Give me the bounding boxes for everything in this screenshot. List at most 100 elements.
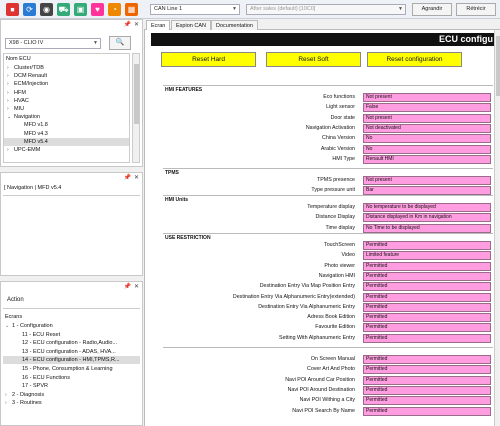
- ecu-tree-item[interactable]: › MIU: [4, 105, 129, 113]
- action-tree-item[interactable]: 15 - Phone, Consumption & Learning: [3, 365, 140, 373]
- chevron-right-icon[interactable]: ›: [7, 97, 14, 105]
- ecu-tree-item[interactable]: › HFM: [4, 89, 129, 97]
- ecu-tree-item-label: DCM Renault: [14, 73, 48, 80]
- field-value[interactable]: No: [363, 144, 491, 154]
- action-tree-item[interactable]: 16 - ECU Functions: [3, 374, 140, 382]
- ecu-tree-item[interactable]: › UPC-EMM: [4, 146, 129, 154]
- reset-hard-button[interactable]: Reset Hard: [161, 52, 256, 67]
- action-tree-item[interactable]: › 3 - Routines: [3, 399, 140, 407]
- field-value[interactable]: No Time to be displayed: [363, 223, 491, 233]
- session-select[interactable]: After sales (default) [10C0] ▼: [246, 4, 406, 15]
- field-value[interactable]: False: [363, 103, 491, 113]
- close-icon[interactable]: ✕: [134, 175, 139, 181]
- session-value: After sales (default) [10C0]: [250, 6, 316, 12]
- field-value[interactable]: Permitted: [363, 333, 491, 343]
- action-tree-item-label: 1 - Configuration: [12, 323, 53, 329]
- field-value[interactable]: Permitted: [363, 261, 491, 271]
- chevron-right-icon[interactable]: ›: [5, 399, 12, 407]
- close-icon[interactable]: ✕: [134, 284, 139, 290]
- field-value[interactable]: Permitted: [363, 282, 491, 292]
- pin-icon[interactable]: 📌: [123, 284, 130, 290]
- ecu-tree-item[interactable]: › DCM Renault: [4, 72, 129, 80]
- field-value[interactable]: Permitted: [363, 241, 491, 250]
- vehicle-select[interactable]: X98 - CLIO IV ▼: [5, 38, 101, 49]
- close-icon[interactable]: ✕: [134, 22, 139, 28]
- action-tree-item[interactable]: 13 - ECU configuration - ADAS, HVA...: [3, 348, 140, 356]
- content-scrollbar[interactable]: [494, 30, 500, 426]
- field-value[interactable]: Not present: [363, 176, 491, 185]
- section-divider: [163, 195, 493, 196]
- field-value[interactable]: Permitted: [363, 385, 491, 395]
- ecu-tree-item-label: Navigation: [14, 114, 40, 121]
- field-value[interactable]: Permitted: [363, 292, 491, 302]
- field-value[interactable]: Permitted: [363, 396, 491, 406]
- field-label: Navi POI Search By Name: [292, 407, 355, 414]
- field-value[interactable]: No: [363, 134, 491, 144]
- field-value[interactable]: Permitted: [363, 365, 491, 375]
- field-value[interactable]: No temperature to be displayed: [363, 203, 491, 212]
- field-value[interactable]: Permitted: [363, 313, 491, 323]
- action-tree-item[interactable]: 11 - ECU Reset: [3, 331, 140, 339]
- chevron-right-icon[interactable]: ›: [7, 72, 14, 80]
- ecu-tree-item[interactable]: MFD v4.3: [4, 130, 129, 138]
- search-ecu-button[interactable]: 🔍: [109, 36, 131, 50]
- reset-soft-button[interactable]: Reset Soft: [266, 52, 361, 67]
- action-tree-item[interactable]: › 2 - Diagnosis: [3, 391, 140, 399]
- tab-documentation[interactable]: Documentation: [211, 20, 258, 30]
- field-value[interactable]: Permitted: [363, 406, 491, 416]
- field-value[interactable]: Renault HMI: [363, 154, 491, 164]
- field-value[interactable]: Not present: [363, 113, 491, 123]
- field-value[interactable]: Bar: [363, 186, 491, 196]
- disk-icon[interactable]: ◉: [40, 3, 53, 16]
- field-value[interactable]: Permitted: [363, 375, 491, 385]
- field-value[interactable]: Permitted: [363, 271, 491, 281]
- action-search-field[interactable]: [3, 305, 140, 309]
- pin-icon[interactable]: 📌: [123, 22, 130, 28]
- gauge-icon[interactable]: ◔: [108, 3, 121, 16]
- chevron-right-icon[interactable]: ›: [7, 105, 14, 113]
- action-tree-item[interactable]: ⌄ 1 - Configuration: [3, 322, 140, 330]
- reset-configuration-button[interactable]: Reset configuration: [367, 52, 462, 67]
- window-icon[interactable]: ▣: [74, 3, 87, 16]
- field-value[interactable]: Not deactivated: [363, 123, 491, 133]
- ecu-tree-item[interactable]: › ECM/Injection: [4, 80, 129, 88]
- field-value[interactable]: Permitted: [363, 302, 491, 312]
- retrecir-button[interactable]: Rétrécir: [456, 3, 496, 16]
- ecu-tree-scrollbar[interactable]: [132, 53, 140, 163]
- ecu-tree-item[interactable]: ⌄ Navigation: [4, 113, 129, 121]
- agrandir-button[interactable]: Agrandir: [412, 3, 452, 16]
- pin-icon[interactable]: 📌: [123, 175, 130, 181]
- chevron-right-icon[interactable]: ›: [7, 146, 14, 154]
- ecu-tree-item[interactable]: MFD v5.4: [4, 137, 129, 146]
- action-tree-item[interactable]: 12 - ECU configuration - Radio,Audio...: [3, 339, 140, 347]
- field-value[interactable]: Not present: [363, 93, 491, 102]
- chevron-right-icon[interactable]: ›: [7, 80, 14, 88]
- action-panel: 📌 ✕ Action Ecrans ⌄ 1 - Configuration 11 - …: [0, 281, 143, 426]
- field-value[interactable]: Permitted: [363, 323, 491, 333]
- info-panel: 📌 ✕ [ Navigation | MFD v5.4: [0, 172, 143, 276]
- blocks-icon[interactable]: ▦: [125, 3, 138, 16]
- ecu-config-screen: ECU configu Reset Hard Reset Soft Reset …: [144, 30, 494, 426]
- ecu-tree-item[interactable]: › HVAC: [4, 97, 129, 105]
- heartbeat-icon[interactable]: ♥: [91, 3, 104, 16]
- chevron-down-icon[interactable]: ⌄: [7, 113, 14, 121]
- chevron-right-icon[interactable]: ›: [7, 89, 14, 97]
- chevron-right-icon[interactable]: ›: [7, 64, 14, 72]
- can-line-select[interactable]: CAN Line 1 ▼: [150, 4, 240, 15]
- action-tree-item[interactable]: 14 - ECU configuration - HMI,TPMS,R...: [3, 356, 140, 365]
- chevron-right-icon[interactable]: ›: [5, 391, 12, 399]
- tab-espion-can[interactable]: Espion CAN: [171, 20, 211, 30]
- field-label: China Version: [322, 135, 355, 142]
- ecu-tree-item-label: HVAC: [14, 97, 29, 104]
- refresh-icon[interactable]: ⟳: [23, 3, 36, 16]
- action-tree-item[interactable]: 17 - SPVR: [3, 382, 140, 390]
- car-icon[interactable]: ⛟: [57, 3, 70, 16]
- stop-icon[interactable]: ⏹: [6, 3, 19, 16]
- field-value[interactable]: Limited feature: [363, 251, 491, 261]
- chevron-down-icon[interactable]: ⌄: [5, 322, 12, 330]
- ecu-tree-item[interactable]: MFD v1.8: [4, 121, 129, 129]
- field-value[interactable]: Permitted: [363, 355, 491, 364]
- field-label: TouchScreen: [324, 242, 355, 248]
- field-value[interactable]: Distance displayed in Km in navigation: [363, 213, 491, 223]
- ecu-tree-item[interactable]: › Cluster/TDB: [4, 64, 129, 72]
